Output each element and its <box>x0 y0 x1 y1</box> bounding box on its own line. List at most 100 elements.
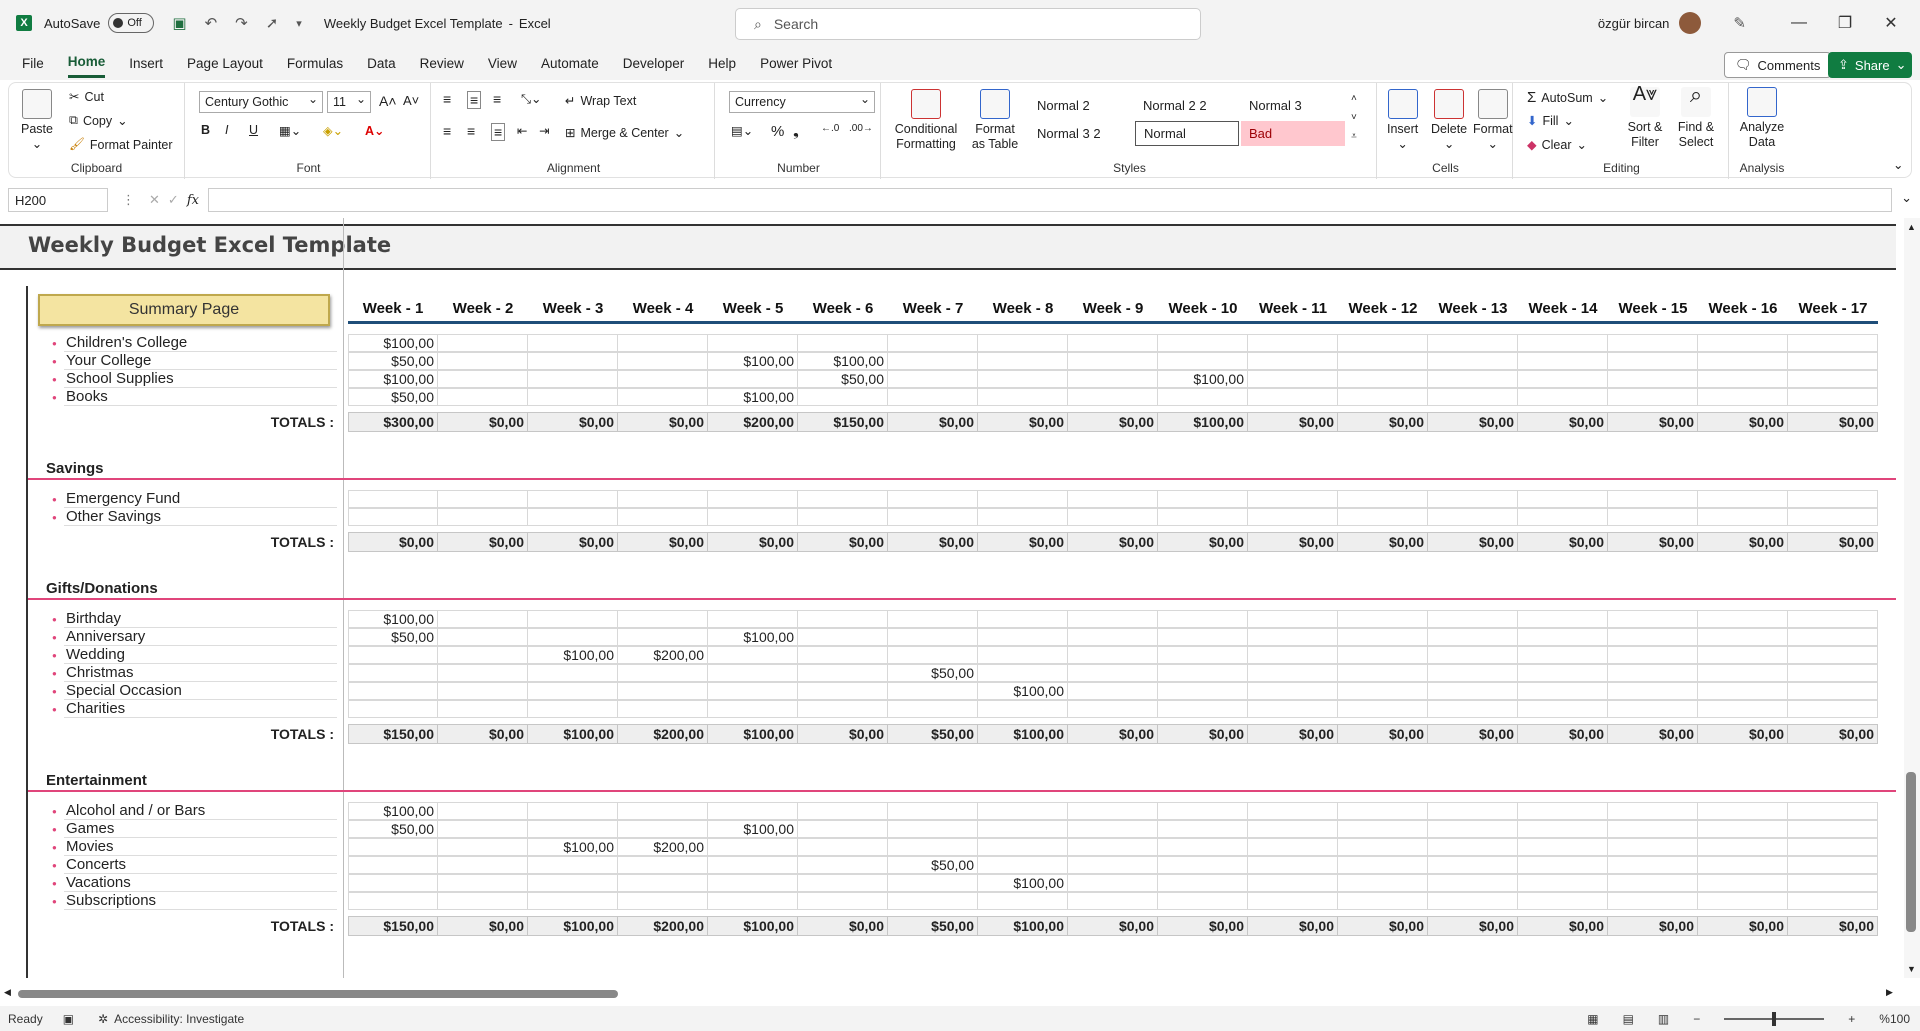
tab-insert[interactable]: Insert <box>129 50 163 77</box>
budget-cell[interactable] <box>1248 856 1338 874</box>
category-label[interactable]: Alcohol and / or Bars <box>52 802 205 819</box>
budget-cell[interactable] <box>1608 802 1698 820</box>
category-label[interactable]: Vacations <box>52 874 131 891</box>
budget-cell[interactable] <box>1698 856 1788 874</box>
budget-cell[interactable] <box>1788 370 1878 388</box>
budget-cell[interactable] <box>438 370 528 388</box>
budget-cell[interactable] <box>798 664 888 682</box>
budget-cell[interactable] <box>888 820 978 838</box>
budget-cell[interactable] <box>1338 352 1428 370</box>
decrease-indent-icon[interactable]: ⇤ <box>517 123 527 138</box>
budget-cell[interactable]: $100,00 <box>348 610 438 628</box>
budget-cell[interactable] <box>708 508 798 526</box>
budget-cell[interactable] <box>798 802 888 820</box>
week-header[interactable]: Week - 4 <box>618 300 708 321</box>
zoom-in-icon[interactable]: + <box>1848 1012 1855 1026</box>
budget-cell[interactable] <box>978 610 1068 628</box>
category-label[interactable]: Special Occasion <box>52 682 182 699</box>
budget-cell[interactable] <box>618 352 708 370</box>
budget-cell[interactable] <box>708 856 798 874</box>
budget-cell[interactable] <box>528 490 618 508</box>
budget-cell[interactable] <box>1158 628 1248 646</box>
category-label[interactable]: Other Savings <box>52 508 161 525</box>
total-cell[interactable]: $0,00 <box>978 412 1068 432</box>
budget-cell[interactable] <box>1518 682 1608 700</box>
category-label[interactable]: Subscriptions <box>52 892 156 909</box>
budget-cell[interactable] <box>1338 682 1428 700</box>
budget-cell[interactable] <box>1248 370 1338 388</box>
budget-cell[interactable] <box>798 490 888 508</box>
budget-cell[interactable] <box>528 370 618 388</box>
total-cell[interactable]: $150,00 <box>348 724 438 744</box>
budget-cell[interactable] <box>1338 874 1428 892</box>
total-cell[interactable]: $100,00 <box>708 916 798 936</box>
analyze-data-button[interactable]: Analyze Data <box>1737 87 1787 150</box>
total-cell[interactable]: $100,00 <box>978 724 1068 744</box>
budget-cell[interactable] <box>438 664 528 682</box>
budget-cell[interactable] <box>1248 628 1338 646</box>
zoom-out-icon[interactable]: − <box>1693 1012 1700 1026</box>
total-cell[interactable]: $0,00 <box>1788 724 1878 744</box>
budget-cell[interactable] <box>798 820 888 838</box>
budget-cell[interactable] <box>618 874 708 892</box>
budget-cell[interactable] <box>1788 610 1878 628</box>
budget-cell[interactable] <box>1158 838 1248 856</box>
budget-cell[interactable] <box>1068 682 1158 700</box>
budget-cell[interactable] <box>1248 682 1338 700</box>
budget-cell[interactable] <box>1068 508 1158 526</box>
budget-cell[interactable] <box>1788 682 1878 700</box>
budget-cell[interactable] <box>438 388 528 406</box>
budget-cell[interactable] <box>1518 628 1608 646</box>
fill-color-icon[interactable]: ◈⌄ <box>323 123 343 138</box>
total-cell[interactable]: $0,00 <box>1248 724 1338 744</box>
pointer-icon[interactable]: ➚ <box>266 14 279 32</box>
total-cell[interactable]: $100,00 <box>978 916 1068 936</box>
total-cell[interactable]: $100,00 <box>528 916 618 936</box>
budget-cell[interactable] <box>1248 802 1338 820</box>
budget-cell[interactable] <box>1068 892 1158 910</box>
autosave-toggle[interactable]: Off <box>108 13 155 33</box>
budget-cell[interactable] <box>1698 334 1788 352</box>
align-middle-icon[interactable]: ≡ <box>467 91 482 109</box>
budget-cell[interactable] <box>978 856 1068 874</box>
budget-cell[interactable] <box>978 802 1068 820</box>
budget-cell[interactable] <box>708 682 798 700</box>
budget-cell[interactable] <box>1518 838 1608 856</box>
insert-cells-button[interactable]: Insert ⌄ <box>1387 89 1418 152</box>
budget-cell[interactable] <box>1518 820 1608 838</box>
week-header[interactable]: Week - 1 <box>348 300 438 321</box>
budget-cell[interactable] <box>1158 820 1248 838</box>
budget-cell[interactable] <box>708 892 798 910</box>
budget-cell[interactable] <box>1068 610 1158 628</box>
total-cell[interactable]: $0,00 <box>1428 916 1518 936</box>
budget-cell[interactable] <box>978 508 1068 526</box>
budget-cell[interactable] <box>1698 628 1788 646</box>
budget-cell[interactable] <box>1158 388 1248 406</box>
budget-cell[interactable] <box>1338 334 1428 352</box>
budget-cell[interactable] <box>1158 352 1248 370</box>
total-cell[interactable]: $0,00 <box>1338 724 1428 744</box>
total-cell[interactable]: $0,00 <box>1698 532 1788 552</box>
style-normal-3-2[interactable]: Normal 3 2 <box>1029 121 1133 146</box>
undo-icon[interactable]: ↶ <box>205 14 218 32</box>
budget-cell[interactable] <box>1248 664 1338 682</box>
budget-cell[interactable] <box>1788 802 1878 820</box>
week-header[interactable]: Week - 12 <box>1338 300 1428 321</box>
horizontal-scroll-thumb[interactable] <box>18 990 618 998</box>
week-header[interactable]: Week - 10 <box>1158 300 1248 321</box>
tab-data[interactable]: Data <box>367 50 396 77</box>
category-label[interactable]: Christmas <box>52 664 133 681</box>
align-left-icon[interactable]: ≡ <box>443 123 451 139</box>
budget-cell[interactable] <box>438 802 528 820</box>
budget-cell[interactable] <box>888 388 978 406</box>
total-cell[interactable]: $0,00 <box>978 532 1068 552</box>
budget-cell[interactable] <box>1338 664 1428 682</box>
budget-cell[interactable] <box>1518 610 1608 628</box>
italic-button[interactable]: I <box>225 123 228 137</box>
budget-cell[interactable] <box>528 802 618 820</box>
budget-cell[interactable] <box>1608 856 1698 874</box>
budget-cell[interactable] <box>1428 802 1518 820</box>
budget-cell[interactable] <box>1518 664 1608 682</box>
category-label[interactable]: Games <box>52 820 114 837</box>
format-as-table-button[interactable]: Format as Table <box>967 89 1023 152</box>
